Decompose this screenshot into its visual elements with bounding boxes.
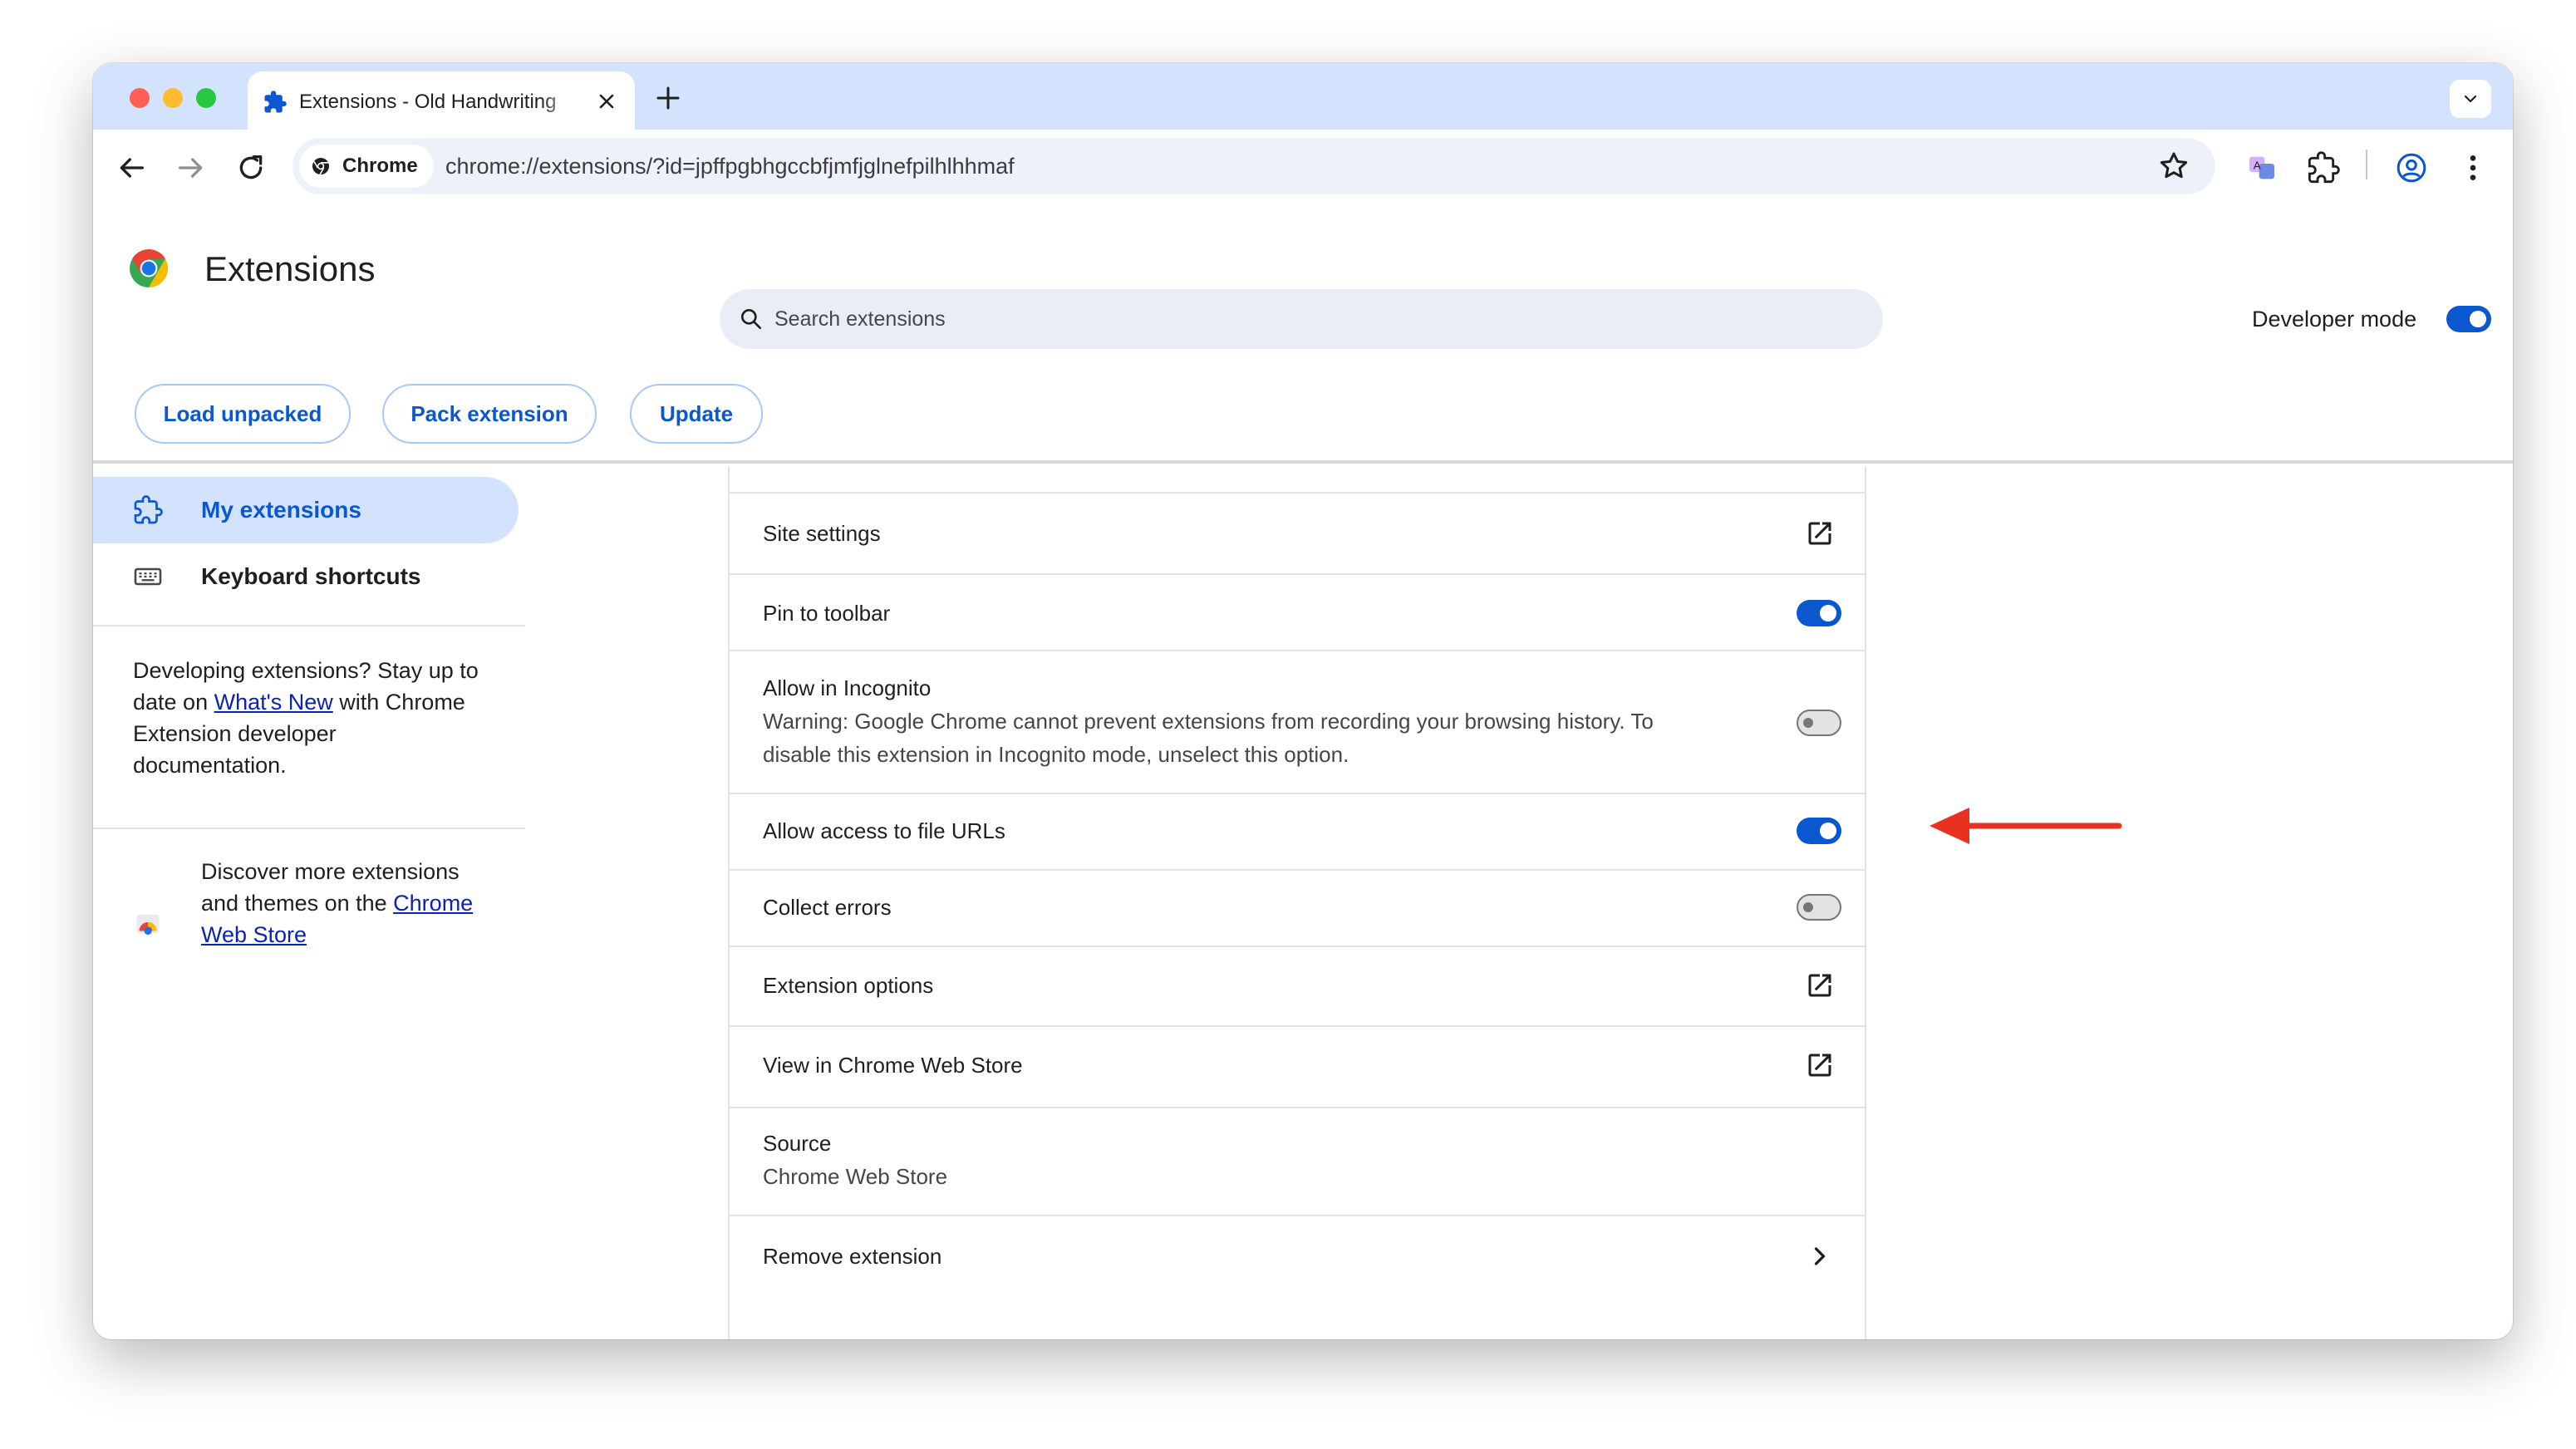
chrome-logo-icon: [312, 158, 329, 175]
source-row: Source Chrome Web Store: [730, 1107, 1865, 1215]
puzzle-icon: [264, 91, 287, 113]
row-label: Site settings: [763, 521, 881, 546]
developer-note: Developing extensions? Stay up to date o…: [133, 655, 482, 781]
close-tab-icon[interactable]: [595, 90, 618, 113]
collect-errors-toggle[interactable]: [1797, 894, 1841, 921]
row-label: View in Chrome Web Store: [763, 1053, 1023, 1078]
sidebar-item-keyboard-shortcuts[interactable]: Keyboard shortcuts: [93, 543, 519, 610]
profile-avatar-icon[interactable]: [2395, 151, 2428, 184]
keyboard-icon: [134, 567, 162, 586]
view-in-store-row[interactable]: View in Chrome Web Store: [730, 1025, 1865, 1107]
extension-options-row[interactable]: Extension options: [730, 946, 1865, 1025]
search-input[interactable]: [774, 289, 1855, 349]
row-label: Pin to toolbar: [763, 601, 891, 626]
search-icon: [741, 309, 761, 329]
chevron-down-icon: [2464, 95, 2477, 103]
allow-incognito-toggle[interactable]: [1797, 710, 1841, 736]
sidebar-item-label: My extensions: [201, 497, 361, 523]
tab-title: Extensions - Old Handwriting: [299, 91, 557, 113]
row-label: Extension options: [763, 973, 934, 998]
close-window-button[interactable]: [130, 88, 150, 108]
reload-icon[interactable]: [234, 151, 268, 184]
allow-incognito-row: Allow in Incognito Warning: Google Chrom…: [730, 650, 1865, 793]
url-text: chrome://extensions/?id=jpffpgbhgccbfjmf…: [445, 154, 1015, 179]
annotation-arrow: [1930, 808, 2122, 844]
forward-arrow-icon[interactable]: [175, 151, 208, 184]
extensions-header: Extensions Developer mode Load unpacked …: [93, 206, 2513, 464]
load-unpacked-button[interactable]: Load unpacked: [135, 384, 351, 444]
developer-mode-label: Developer mode: [2252, 307, 2417, 332]
address-bar[interactable]: Chrome chrome://extensions/?id=jpffpgbhg…: [293, 138, 2215, 194]
web-store-note: Discover more extensions and themes on t…: [201, 856, 475, 950]
bookmark-star-icon[interactable]: [2157, 150, 2190, 183]
pin-to-toolbar-row: Pin to toolbar: [730, 573, 1865, 650]
row-label: Source: [763, 1131, 832, 1156]
extension-details-card: Site settings Pin to toolbar Allow in In…: [728, 467, 1866, 1339]
sidebar-item-my-extensions[interactable]: My extensions: [93, 477, 519, 543]
source-value: Chrome Web Store: [763, 1164, 948, 1189]
row-label: Remove extension: [763, 1244, 942, 1269]
sidebar-item-label: Keyboard shortcuts: [201, 563, 421, 589]
toolbar-divider: [2366, 150, 2367, 179]
more-menu-icon[interactable]: [2456, 151, 2490, 184]
tab-extensions[interactable]: Extensions - Old Handwriting: [248, 71, 635, 130]
tab-strip: Extensions - Old Handwriting: [93, 63, 2513, 130]
row-label: Allow access to file URLs: [763, 818, 1005, 843]
site-settings-row[interactable]: Site settings: [730, 492, 1865, 573]
svg-text:A: A: [2254, 160, 2261, 172]
browser-window: Extensions - Old Handwriting Chrome chro…: [93, 63, 2513, 1339]
file-urls-row: Allow access to file URLs: [730, 793, 1865, 869]
translate-icon[interactable]: A: [2245, 151, 2279, 184]
row-label: Allow in Incognito: [763, 675, 932, 700]
chrome-logo-icon: [130, 249, 168, 287]
file-urls-toggle[interactable]: [1797, 818, 1841, 844]
row-label: Collect errors: [763, 895, 892, 920]
incognito-warning: Warning: Google Chrome cannot prevent ex…: [763, 709, 1654, 767]
sidebar-divider: [93, 828, 525, 829]
chevron-right-icon[interactable]: [1805, 1241, 1835, 1271]
page-title: Extensions: [204, 249, 376, 288]
pin-to-toolbar-toggle[interactable]: [1797, 600, 1841, 626]
whats-new-link[interactable]: What's New: [214, 690, 333, 715]
pack-extension-button[interactable]: Pack extension: [382, 384, 597, 444]
search-box[interactable]: [720, 289, 1883, 349]
site-info-chip[interactable]: Chrome: [299, 145, 434, 188]
collect-errors-row: Collect errors: [730, 869, 1865, 946]
open-in-new-icon[interactable]: [1805, 970, 1835, 1000]
open-in-new-icon[interactable]: [1805, 1050, 1835, 1080]
update-button[interactable]: Update: [630, 384, 763, 444]
web-store-icon: [136, 915, 160, 935]
developer-mode-toggle[interactable]: [2446, 306, 2491, 332]
extensions-puzzle-icon[interactable]: [2307, 151, 2340, 184]
minimize-window-button[interactable]: [163, 88, 183, 108]
tab-search-button[interactable]: [2450, 80, 2491, 118]
sidebar: My extensions Keyboard shortcuts Develop…: [93, 467, 525, 1339]
remove-extension-row[interactable]: Remove extension: [730, 1215, 1865, 1296]
site-chip-label: Chrome: [342, 155, 418, 177]
puzzle-icon: [134, 495, 163, 524]
sidebar-divider: [93, 625, 525, 626]
new-tab-icon[interactable]: [653, 83, 683, 113]
back-arrow-icon[interactable]: [115, 151, 148, 184]
toolbar: Chrome chrome://extensions/?id=jpffpgbhg…: [93, 130, 2513, 206]
open-in-new-icon[interactable]: [1805, 518, 1835, 548]
maximize-window-button[interactable]: [196, 88, 216, 108]
